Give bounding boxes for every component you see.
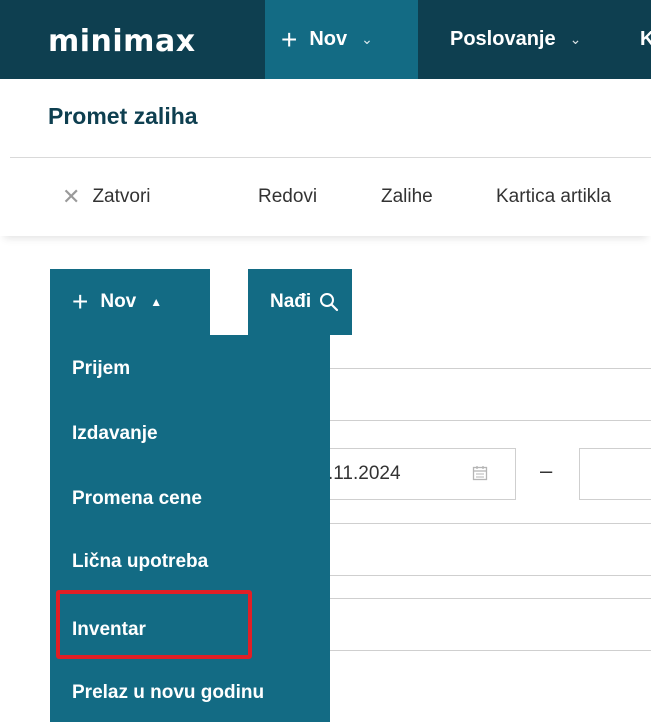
nav-next-label: K (640, 28, 651, 50)
find-button-label: Nađi (270, 291, 312, 312)
calendar-icon[interactable] (472, 465, 488, 486)
form-divider (330, 420, 651, 421)
tab-item-card[interactable]: Kartica artikla (496, 158, 611, 236)
form-divider (330, 575, 651, 576)
new-button[interactable]: + Nov ▲ (50, 269, 210, 335)
plus-icon: + (281, 23, 298, 55)
form-divider (330, 523, 651, 524)
nav-business-menu[interactable]: Poslovanje ⌄ (450, 0, 581, 79)
date-from-value: .11.2024 (328, 463, 401, 484)
new-dropdown-menu: Prijem Izdavanje Promena cene Lična upot… (50, 335, 330, 722)
close-label: Zatvori (92, 186, 151, 207)
date-from-field[interactable]: .11.2024 (300, 448, 516, 500)
chevron-down-icon: ⌄ (569, 31, 582, 47)
range-separator: – (540, 458, 553, 483)
menu-item-new-year-transition[interactable]: Prelaz u novu godinu (72, 681, 264, 705)
form-divider (330, 598, 651, 599)
plus-icon: + (72, 286, 89, 317)
search-icon (320, 293, 339, 312)
form-divider (330, 650, 651, 651)
date-to-field[interactable] (579, 448, 651, 500)
form-divider (330, 368, 651, 369)
tab-stock[interactable]: Zalihe (381, 158, 433, 236)
new-button-label: Nov (100, 291, 137, 312)
top-navigation-bar: minimax + Nov ⌄ Poslovanje ⌄ K (0, 0, 651, 79)
menu-item-price-change[interactable]: Promena cene (72, 487, 202, 511)
nav-new-menu[interactable]: + Nov ⌄ (265, 0, 418, 79)
close-button[interactable]: ✕ Zatvori (62, 158, 151, 236)
close-icon: ✕ (62, 184, 81, 209)
find-button[interactable]: Nađi (248, 269, 352, 335)
page-title: Promet zaliha (48, 103, 198, 129)
app-logo[interactable]: minimax (48, 22, 196, 62)
tab-rows[interactable]: Redovi (258, 158, 317, 236)
menu-item-personal-use[interactable]: Lična upotreba (72, 550, 208, 574)
toolbar: ✕ Zatvori Redovi Zalihe Kartica artikla (0, 158, 651, 236)
menu-item-receipt[interactable]: Prijem (72, 357, 130, 381)
nav-new-label: Nov (309, 28, 348, 50)
menu-item-issue[interactable]: Izdavanje (72, 422, 158, 446)
chevron-down-icon: ⌄ (361, 31, 373, 47)
chevron-up-icon: ▲ (150, 295, 163, 309)
nav-business-label: Poslovanje (450, 28, 556, 50)
nav-next-menu[interactable]: K (640, 0, 651, 79)
inventory-highlight-box (56, 590, 252, 659)
